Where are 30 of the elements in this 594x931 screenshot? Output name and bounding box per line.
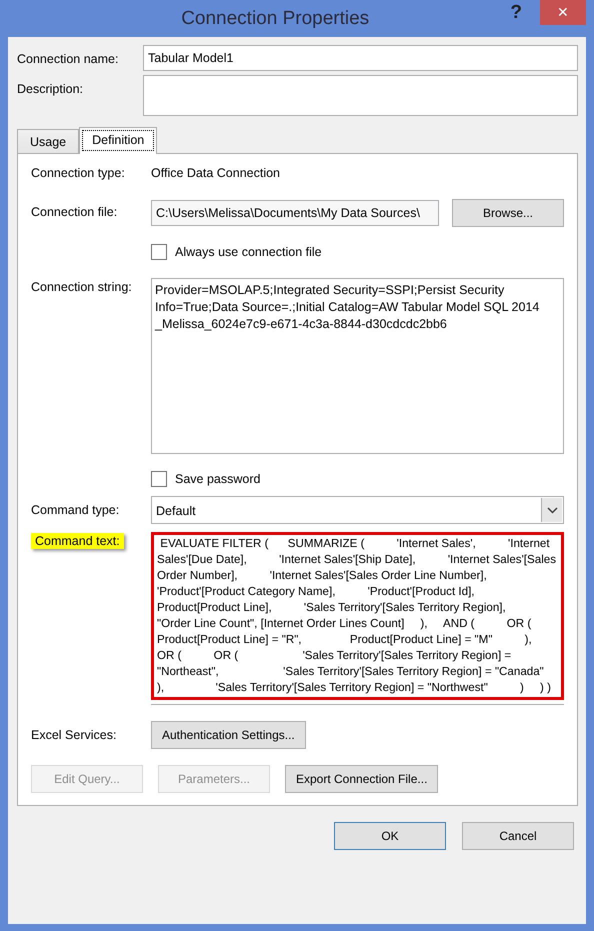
authentication-settings-button[interactable]: Authentication Settings...: [151, 721, 306, 750]
name-field[interactable]: Tabular Model1: [143, 45, 578, 71]
chevron-down-icon: [546, 506, 558, 514]
checkbox[interactable]: [151, 244, 167, 260]
field-value: Office Data Connection: [151, 165, 280, 182]
checkbox-label: Save password: [175, 470, 260, 488]
close-button[interactable]: ✕: [540, 0, 586, 25]
command-text-field[interactable]: EVALUATE FILTER ( SUMMARIZE ( 'Internet Sales', 'Internet Sales'[Due Date], 'Internet Sales'[Ship Date], 'Internet Sales'[Sales Order Number], 'Internet Sales'[Sales Order Line Number], 'Product'[Product Category Name], 'Product'[Product Id], Product[Product Line], 'Sales Territory'[Sales Territory Region], "Order Line Count", [Internet Order Lines Count] ), AND ( OR ( Product[Product Line] = "R", Product[Product Line] = "M" ), OR ( OR ( 'Sales Territory'[Sales Territory Region] = "Northeast", 'Sales Territory'[Sales Territory Region] = "Canada" ), 'Sales Territory'[Sales Territory Region] = "Northwest" ) ) ): [151, 532, 564, 700]
description-field[interactable]: [143, 75, 578, 116]
file-path-field[interactable]: C:\Users\Melissa\Documents\My Data Sources\: [151, 200, 439, 226]
tab[interactable]: Usage: [17, 129, 80, 153]
connection-string-field[interactable]: Provider=MSOLAP.5;Integrated Security=SSPI;Persist Security Info=True;Data Source=.;Initial Catalog=AW Tabular Model SQL 2014 _Melissa_6024e7c9-e671-4c3a-8844-d30cdcdc2bb6: [151, 278, 564, 454]
checkbox-label: Always use connection file: [175, 244, 322, 261]
browse-button[interactable]: Browse...: [452, 198, 564, 227]
checkbox[interactable]: [151, 470, 167, 487]
dialog-button[interactable]: OK: [334, 822, 446, 850]
dialog-button[interactable]: Cancel: [462, 822, 574, 850]
help-button[interactable]: ?: [510, 0, 522, 28]
field-label: Excel Services:: [31, 726, 118, 744]
field-label: Connection type:: [31, 165, 126, 182]
field-label: Connection name:: [17, 51, 120, 68]
field-label: Command type:: [31, 502, 120, 519]
field-label: Connection file:: [31, 204, 118, 222]
command-type-dropdown[interactable]: Default: [151, 496, 564, 524]
window-title: Connection Properties: [180, 7, 370, 31]
field-label: Description:: [17, 81, 84, 98]
field-label: Connection string:: [31, 278, 133, 296]
tab[interactable]: Definition: [79, 127, 158, 154]
field-label: Command text:: [31, 533, 124, 550]
action-button[interactable]: Export Connection File...: [285, 765, 438, 794]
